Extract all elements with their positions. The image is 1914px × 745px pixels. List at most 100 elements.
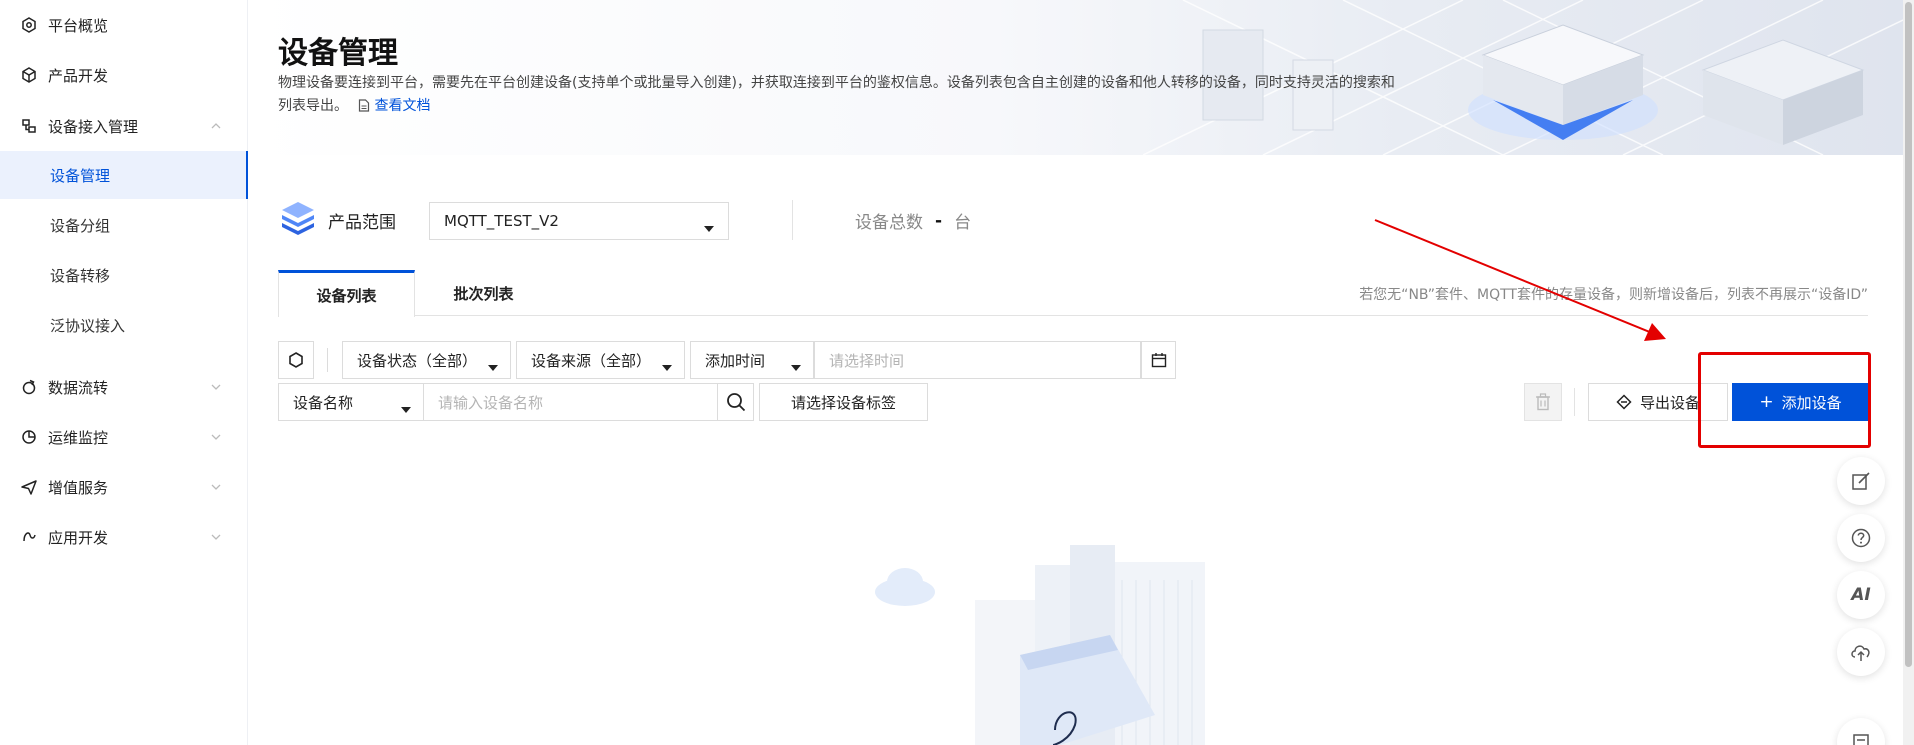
time-range-placeholder: 请选择时间 — [829, 351, 905, 370]
tab-batch-list[interactable]: 批次列表 — [415, 270, 552, 316]
product-cube-icon — [278, 198, 318, 242]
page-scrollbar[interactable] — [1903, 0, 1914, 745]
app-dev-icon — [20, 528, 38, 546]
cube-icon — [20, 66, 38, 84]
nav-item-data-flow[interactable]: 数据流转 — [0, 367, 248, 407]
nav-item-overview[interactable]: 平台概览 — [0, 5, 248, 45]
nav-item-label: 设备接入管理 — [48, 117, 139, 136]
caret-down-icon — [488, 357, 498, 375]
chevron-down-icon — [210, 429, 222, 447]
device-total: 设备总数 - 台 — [855, 208, 972, 234]
nav-item-label: 增值服务 — [48, 478, 109, 497]
help-button[interactable] — [1837, 514, 1885, 562]
caret-down-icon — [704, 218, 714, 236]
monitor-icon — [20, 428, 38, 446]
cloud-upload-icon — [1851, 645, 1870, 661]
nav-item-value-added[interactable]: 增值服务 — [0, 467, 248, 507]
cloud-upload-button[interactable] — [1837, 628, 1885, 676]
description-text: 物理设备要连接到平台，需要先在平台创建设备(支持单个或批量导入创建)，并获取连接… — [278, 75, 1395, 114]
delete-button[interactable] — [1524, 383, 1562, 421]
page-description: 物理设备要连接到平台，需要先在平台创建设备(支持单个或批量导入创建)，并获取连接… — [278, 72, 1408, 118]
search-button[interactable] — [717, 383, 754, 421]
time-range-input[interactable]: 请选择时间 — [814, 341, 1141, 379]
device-status-filter[interactable]: 设备状态（全部） — [342, 341, 511, 379]
nav-item-product-dev[interactable]: 产品开发 — [0, 55, 248, 95]
calendar-button[interactable] — [1141, 341, 1176, 379]
nav-sub-label: 设备转移 — [50, 266, 111, 285]
calendar-icon — [1151, 353, 1166, 368]
name-field-value: 设备名称 — [293, 393, 354, 412]
annotation-arrow — [1374, 219, 1666, 341]
product-select-value: MQTT_TEST_V2 — [444, 212, 559, 230]
sidebar: 平台概览 产品开发 设备接入管理 设备管理 设备分组 设备转移 泛协议接入 数据… — [0, 0, 248, 745]
view-docs-link[interactable]: 查看文档 — [358, 98, 430, 114]
device-name-placeholder: 请输入设备名称 — [438, 393, 544, 412]
nav-item-device-access[interactable]: 设备接入管理 — [0, 106, 248, 146]
nav-item-monitor[interactable]: 运维监控 — [0, 417, 248, 457]
nav-sub-label: 设备分组 — [50, 216, 111, 235]
chevron-up-icon — [210, 118, 222, 136]
trash-icon — [1536, 393, 1550, 411]
time-field-select[interactable]: 添加时间 — [690, 341, 814, 379]
device-total-value: - — [935, 210, 943, 231]
divider — [1574, 388, 1575, 416]
nav-sub-generic-protocol[interactable]: 泛协议接入 — [0, 301, 248, 349]
document-icon — [359, 99, 370, 112]
search-icon — [726, 393, 745, 412]
export-devices-label: 导出设备 — [1639, 393, 1700, 412]
chevron-down-icon — [210, 529, 222, 547]
nav-sub-device-transfer[interactable]: 设备转移 — [0, 251, 248, 299]
device-total-label: 设备总数 — [855, 213, 923, 233]
nav-item-label: 数据流转 — [48, 378, 109, 397]
tab-device-list[interactable]: 设备列表 — [278, 270, 415, 317]
product-select[interactable]: MQTT_TEST_V2 — [429, 202, 729, 240]
edit-icon — [1852, 472, 1870, 490]
empty-state-illustration — [875, 545, 1205, 745]
device-total-unit: 台 — [954, 213, 972, 233]
refresh-icon — [289, 352, 303, 368]
send-icon — [20, 478, 38, 496]
refresh-button[interactable] — [278, 341, 314, 379]
page-title: 设备管理 — [278, 36, 398, 71]
collapse-icon — [1853, 734, 1869, 745]
nav-item-label: 应用开发 — [48, 528, 109, 547]
scrollbar-thumb[interactable] — [1905, 2, 1912, 667]
divider — [327, 348, 328, 372]
device-tag-button[interactable]: 请选择设备标签 — [759, 383, 928, 421]
export-icon — [1616, 394, 1632, 410]
nav-item-label: 产品开发 — [48, 66, 109, 85]
tab-label: 批次列表 — [453, 284, 514, 303]
caret-down-icon — [662, 357, 672, 375]
nav-sub-label: 设备管理 — [50, 166, 111, 185]
device-source-filter[interactable]: 设备来源（全部） — [516, 341, 685, 379]
nav-sub-device-group[interactable]: 设备分组 — [0, 201, 248, 249]
time-field-value: 添加时间 — [705, 351, 766, 370]
feedback-edit-button[interactable] — [1837, 457, 1885, 505]
tab-label: 设备列表 — [316, 286, 377, 305]
nav-sub-device-management[interactable]: 设备管理 — [0, 151, 248, 199]
device-tag-label: 请选择设备标签 — [790, 393, 896, 412]
caret-down-icon — [401, 399, 411, 417]
ai-label: AI — [1851, 585, 1871, 605]
product-scope-label: 产品范围 — [328, 212, 396, 233]
chevron-down-icon — [210, 479, 222, 497]
collapse-button[interactable] — [1837, 718, 1885, 745]
ai-assistant-button[interactable]: AI — [1837, 571, 1885, 619]
nav-item-app-dev[interactable]: 应用开发 — [0, 517, 248, 557]
help-icon — [1851, 528, 1871, 548]
nav-sub-label: 泛协议接入 — [50, 316, 126, 335]
view-docs-label: 查看文档 — [374, 98, 431, 114]
data-flow-icon — [20, 378, 38, 396]
divider — [792, 200, 793, 240]
device-access-icon — [20, 117, 38, 135]
nav-item-label: 运维监控 — [48, 428, 109, 447]
device-source-value: 设备来源（全部） — [531, 351, 652, 370]
name-field-select[interactable]: 设备名称 — [278, 383, 424, 421]
chevron-down-icon — [210, 379, 222, 397]
device-status-value: 设备状态（全部） — [357, 351, 478, 370]
page-header-banner: 设备管理 物理设备要连接到平台，需要先在平台创建设备(支持单个或批量导入创建)，… — [248, 0, 1903, 155]
caret-down-icon — [791, 357, 801, 375]
product-scope: 产品范围 — [278, 196, 396, 244]
annotation-highlight-box — [1698, 352, 1871, 448]
device-name-input[interactable]: 请输入设备名称 — [423, 383, 718, 421]
